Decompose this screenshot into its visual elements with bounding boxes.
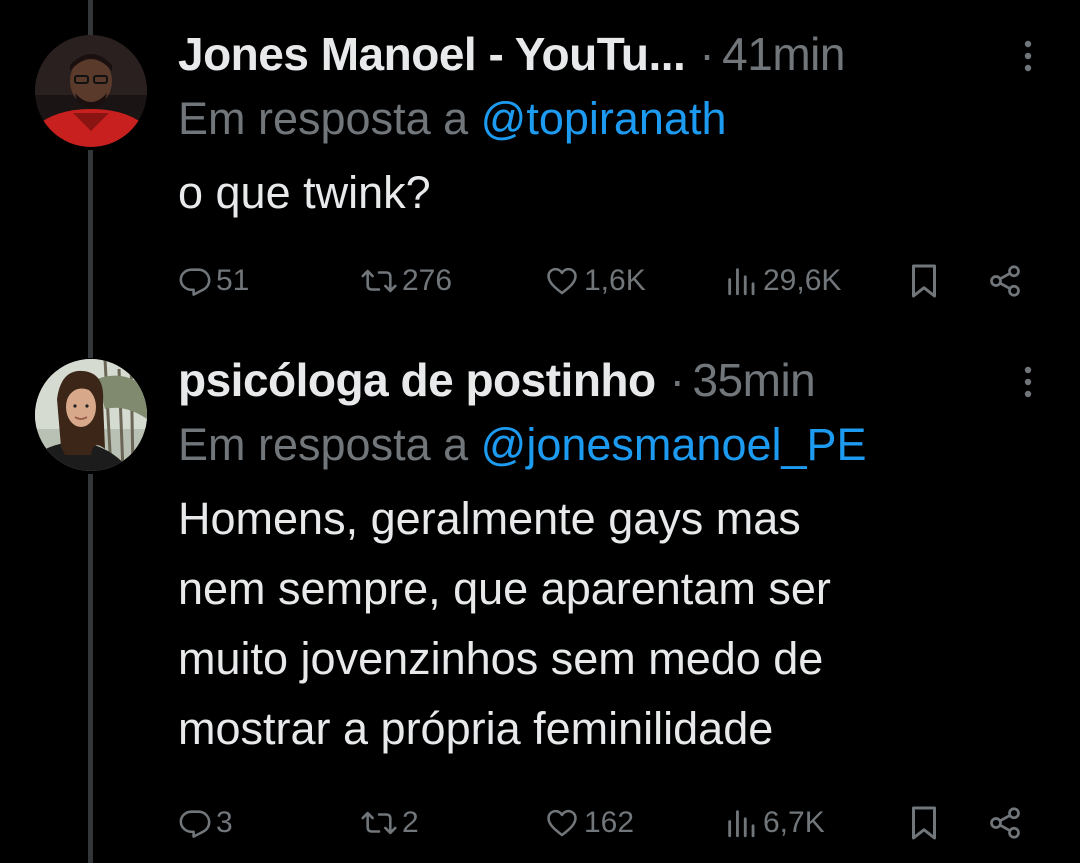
separator: · <box>669 354 685 406</box>
tweet-text-line: nem sempre, que aparentam ser <box>178 563 831 614</box>
reply-icon <box>179 268 211 296</box>
heart-icon <box>547 267 577 295</box>
reply-button[interactable]: 51 <box>178 256 249 306</box>
bookmark-button[interactable] <box>908 798 944 848</box>
tweet[interactable]: psicóloga de postinho · 35min Em respost… <box>178 350 1080 840</box>
reply-prefix: Em resposta a <box>178 419 469 470</box>
display-name[interactable]: Jones Manoel - YouTu... <box>178 27 685 81</box>
tweet-text-line: mostrar a própria feminilidade <box>178 703 774 754</box>
tweet[interactable]: Jones Manoel - YouTu... · 41min Em respo… <box>178 24 1080 298</box>
separator: · <box>699 28 715 80</box>
tweet-text-line: muito jovenzinhos sem medo de <box>178 633 824 684</box>
tweet-text-line: Homens, geralmente gays mas <box>178 493 801 544</box>
thread-line <box>88 474 93 863</box>
reply-context: Em resposta a @topiranath <box>178 88 1080 150</box>
retweet-count: 2 <box>402 806 419 839</box>
reply-count: 3 <box>216 806 233 839</box>
reply-mention[interactable]: @topiranath <box>481 93 727 144</box>
avatar[interactable] <box>35 35 147 147</box>
views-button[interactable]: 6,7K <box>723 798 825 848</box>
thread-line <box>88 150 93 358</box>
reply-prefix: Em resposta a <box>178 93 469 144</box>
avatar-photo <box>35 359 147 471</box>
retweet-icon <box>361 811 397 835</box>
views-icon <box>728 810 755 838</box>
share-icon <box>990 807 1020 839</box>
timestamp[interactable]: 35min <box>692 353 815 407</box>
more-icon[interactable] <box>1016 364 1040 400</box>
timestamp[interactable]: 41min <box>722 27 845 81</box>
bookmark-icon <box>912 264 936 298</box>
like-button[interactable]: 162 <box>544 798 634 848</box>
reply-context: Em resposta a @jonesmanoel_PE <box>178 414 1080 476</box>
reply-mention[interactable]: @jonesmanoel_PE <box>481 419 867 470</box>
like-button[interactable]: 1,6K <box>544 256 646 306</box>
views-button[interactable]: 29,6K <box>723 256 841 306</box>
reply-button[interactable]: 3 <box>178 798 233 848</box>
retweet-button[interactable]: 276 <box>360 256 452 306</box>
views-count: 29,6K <box>763 264 842 297</box>
reply-icon <box>179 810 211 838</box>
action-bar: 51 276 1,6K 29,6K <box>178 256 1058 306</box>
heart-icon <box>547 809 577 837</box>
tweet-header: Jones Manoel - YouTu... · 41min <box>178 24 1080 84</box>
avatar[interactable] <box>35 359 147 471</box>
thread-line <box>88 0 93 36</box>
retweet-button[interactable]: 2 <box>360 798 419 848</box>
views-icon <box>728 268 755 296</box>
like-count: 162 <box>584 806 635 839</box>
views-count: 6,7K <box>763 806 825 839</box>
retweet-count: 276 <box>402 264 453 297</box>
action-bar: 3 2 162 6,7K <box>178 798 1058 848</box>
share-button[interactable] <box>986 798 1028 848</box>
tweet-text: o que twink? <box>178 167 431 218</box>
tweet-header: psicóloga de postinho · 35min <box>178 350 1080 410</box>
tweet-text: Homens, geralmente gays mas nem sempre, … <box>178 484 1038 764</box>
like-count: 1,6K <box>584 264 646 297</box>
retweet-icon <box>361 269 397 293</box>
share-button[interactable] <box>986 256 1028 306</box>
display-name[interactable]: psicóloga de postinho <box>178 353 656 407</box>
bookmark-button[interactable] <box>908 256 944 306</box>
bookmark-icon <box>912 806 936 840</box>
reply-count: 51 <box>216 264 250 297</box>
share-icon <box>990 265 1020 297</box>
more-icon[interactable] <box>1016 38 1040 74</box>
avatar-photo <box>35 35 147 147</box>
